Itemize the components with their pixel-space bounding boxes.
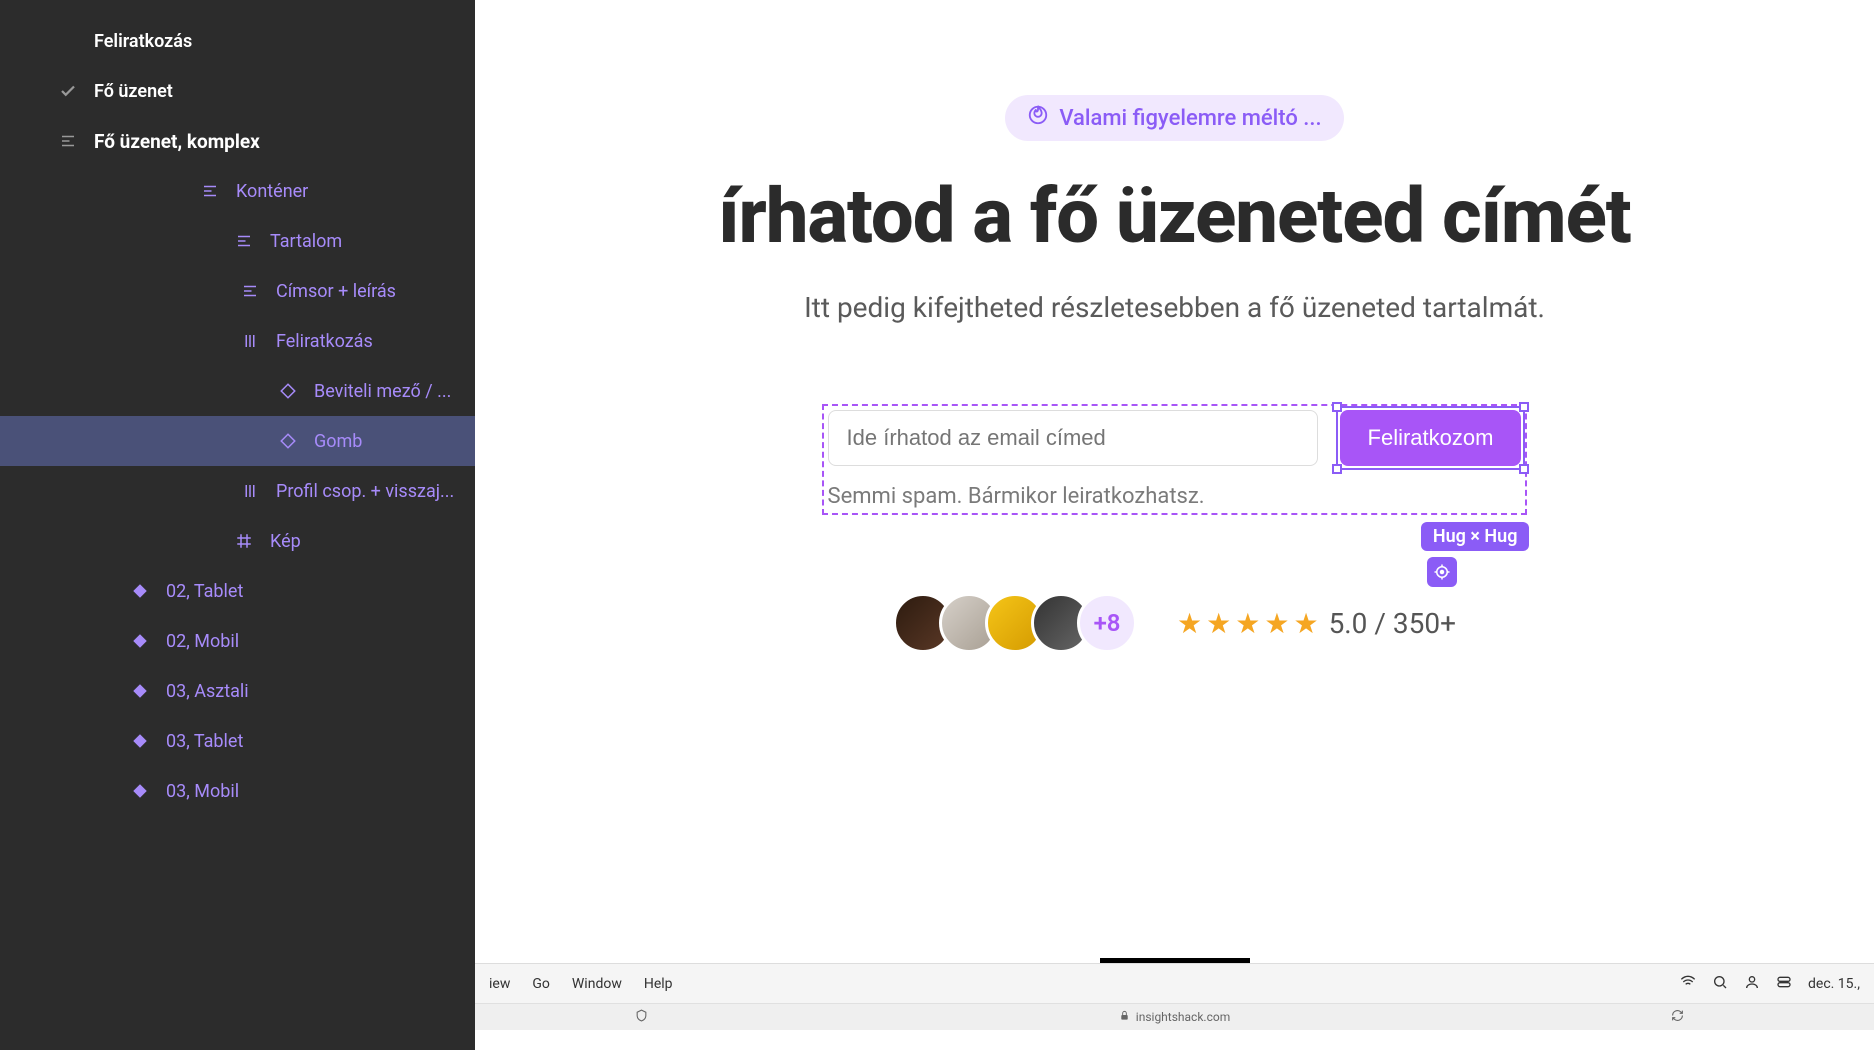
frame-icon (232, 532, 256, 550)
reload-icon[interactable] (1671, 1009, 1684, 1025)
layer-row[interactable]: 03, Asztali (0, 666, 475, 716)
avatar-group: +8 (893, 593, 1137, 653)
layer-label: 03, Asztali (166, 681, 249, 702)
stack-icon (56, 132, 80, 150)
badge-text: Valami figyelemre méltó ... (1059, 106, 1321, 131)
layer-row[interactable]: Címsor + leírás (0, 266, 475, 316)
columns-icon (238, 332, 262, 350)
layer-row[interactable]: Fő üzenet, komplex (0, 116, 475, 166)
layer-row[interactable]: Fő üzenet (0, 66, 475, 116)
star-icon: ★ (1235, 607, 1260, 640)
layer-row[interactable]: 02, Mobil (0, 616, 475, 666)
signup-form-selection[interactable]: Feliratkozom Semmi spam. Bármikor leirat… (822, 404, 1528, 515)
avatar-more: +8 (1077, 593, 1137, 653)
menu-item[interactable]: Help (644, 976, 673, 992)
layer-row[interactable]: 03, Tablet (0, 716, 475, 766)
layer-row[interactable]: Feliratkozás (0, 16, 475, 66)
resize-handle-br[interactable] (1519, 464, 1529, 474)
stack-icon (232, 232, 256, 250)
lock-icon (1119, 1010, 1130, 1024)
layer-label: Konténer (236, 181, 308, 202)
diamond-fill-icon (128, 682, 152, 700)
url-text: insightshack.com (1136, 1010, 1230, 1024)
macos-menubar: iew Go Window Help dec. 15., (475, 963, 1874, 1003)
diamond-fill-icon (128, 782, 152, 800)
menubar-date: dec. 15., (1808, 976, 1860, 992)
layer-label: Gomb (314, 431, 362, 452)
layer-label: Tartalom (270, 231, 342, 252)
layer-label: Feliratkozás (276, 331, 373, 352)
subscribe-button-selection[interactable]: Feliratkozom (1340, 410, 1522, 466)
fire-icon (1027, 104, 1049, 132)
hero-section: Valami figyelemre méltó ... írhatod a fő… (475, 95, 1874, 653)
layer-row[interactable]: Feliratkozás (0, 316, 475, 366)
layer-label: Beviteli mező / ... (314, 381, 451, 402)
search-icon[interactable] (1712, 974, 1728, 994)
columns-icon (238, 482, 262, 500)
rating-stars: ★ ★ ★ ★ ★ 5.0 / 350+ (1177, 607, 1456, 640)
layer-row[interactable]: 02, Tablet (0, 566, 475, 616)
layer-label: Fő üzenet, komplex (94, 130, 260, 153)
layer-label: Kép (270, 531, 301, 552)
menu-item[interactable]: iew (489, 976, 510, 992)
layer-label: 02, Tablet (166, 581, 243, 602)
hero-subline: Itt pedig kifejtheted részletesebben a f… (804, 291, 1545, 324)
diamond-fill-icon (128, 632, 152, 650)
diamond-fill-icon (128, 732, 152, 750)
star-icon: ★ (1177, 607, 1202, 640)
layer-label: 02, Mobil (166, 631, 239, 652)
star-icon: ★ (1293, 607, 1318, 640)
design-canvas[interactable]: Valami figyelemre méltó ... írhatod a fő… (475, 0, 1874, 1050)
layer-row[interactable]: 03, Mobil (0, 766, 475, 816)
control-center-icon[interactable] (1776, 974, 1792, 994)
stack-icon (238, 282, 262, 300)
spam-note: Semmi spam. Bármikor leiratkozhatsz. (828, 484, 1522, 509)
layer-label: Fő üzenet (94, 81, 173, 102)
layer-row[interactable]: Profil csop. + visszaj... (0, 466, 475, 516)
diamond-icon (276, 432, 300, 450)
wifi-icon (1680, 974, 1696, 994)
menu-item[interactable]: Go (532, 976, 550, 992)
announcement-badge[interactable]: Valami figyelemre méltó ... (1005, 95, 1343, 141)
diamond-fill-icon (128, 582, 152, 600)
rating-text: 5.0 / 350+ (1329, 607, 1456, 640)
menu-item[interactable]: Window (572, 976, 622, 992)
shield-icon[interactable] (635, 1009, 648, 1025)
layer-label: 03, Mobil (166, 781, 239, 802)
subscribe-button[interactable]: Feliratkozom (1340, 410, 1522, 466)
layer-row[interactable]: Tartalom (0, 216, 475, 266)
star-icon: ★ (1264, 607, 1289, 640)
layer-label: Feliratkozás (94, 31, 192, 52)
target-icon[interactable] (1427, 557, 1457, 587)
layer-label: 03, Tablet (166, 731, 243, 752)
constraint-label[interactable]: Hug × Hug (1421, 522, 1530, 551)
layers-panel: Feliratkozás Fő üzenet Fő üzenet, komplex K… (0, 0, 475, 1050)
layer-row[interactable]: Beviteli mező / ... (0, 366, 475, 416)
browser-url-bar[interactable]: insightshack.com (475, 1003, 1874, 1030)
social-proof-row: +8 ★ ★ ★ ★ ★ 5.0 / 350+ (893, 593, 1456, 653)
check-icon (56, 82, 80, 100)
email-input[interactable] (828, 410, 1318, 466)
layer-label: Profil csop. + visszaj... (276, 481, 454, 502)
layer-label: Címsor + leírás (276, 281, 396, 302)
layer-row[interactable]: Gomb (0, 416, 475, 466)
user-icon[interactable] (1744, 974, 1760, 994)
signup-row: Feliratkozom (828, 410, 1522, 466)
resize-handle-tl[interactable] (1332, 402, 1342, 412)
layer-row[interactable]: Kép (0, 516, 475, 566)
diamond-icon (276, 382, 300, 400)
stack-icon (198, 182, 222, 200)
resize-handle-bl[interactable] (1332, 464, 1342, 474)
hero-headline: írhatod a fő üzeneted címét (718, 171, 1630, 261)
resize-handle-tr[interactable] (1519, 402, 1529, 412)
layer-row[interactable]: Konténer (0, 166, 475, 216)
star-icon: ★ (1206, 607, 1231, 640)
